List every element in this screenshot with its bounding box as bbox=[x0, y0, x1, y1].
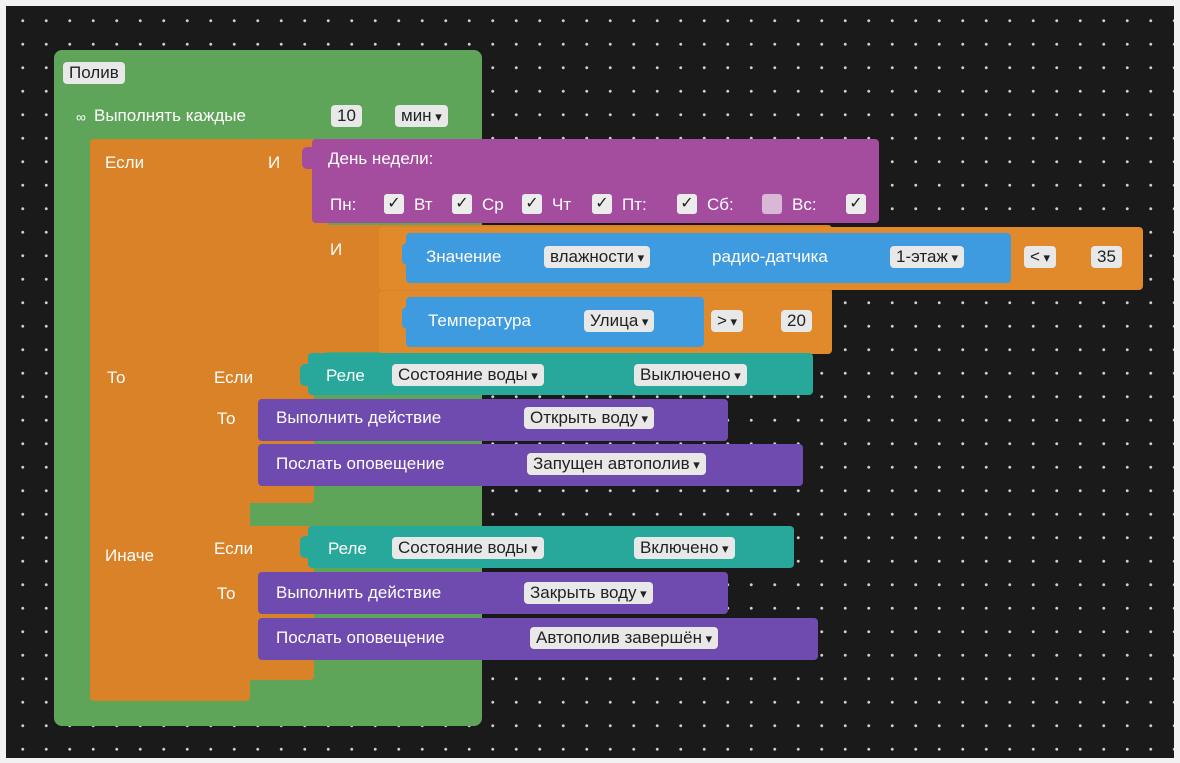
else-notify-dropdown[interactable]: Автополив завершён bbox=[530, 627, 719, 649]
sensor-label: радио-датчика bbox=[712, 247, 828, 266]
weekday-sun-label: Вс: bbox=[792, 195, 817, 214]
then-label: То bbox=[107, 368, 126, 387]
then-if-label: Если bbox=[214, 368, 254, 387]
weekday-sat-label: Сб: bbox=[707, 195, 734, 214]
repeat-label: Выполнять каждые bbox=[94, 106, 246, 125]
if-label: Если bbox=[105, 153, 145, 172]
then-relay-param-dropdown[interactable]: Состояние воды bbox=[392, 364, 544, 386]
weekday-sat-checkbox[interactable] bbox=[762, 194, 782, 214]
interval-unit-dropdown[interactable]: мин bbox=[395, 105, 448, 127]
then-relay-label: Реле bbox=[326, 366, 365, 385]
else-label: Иначе bbox=[105, 546, 154, 565]
weekday-tue-label: Вт bbox=[414, 195, 433, 214]
temperature-place-dropdown[interactable]: Улица bbox=[584, 310, 655, 332]
weekday-wed-label: Ср bbox=[482, 195, 504, 214]
weekday-fri-checkbox[interactable]: ✓ bbox=[677, 194, 697, 214]
weekday-fri-label: Пт: bbox=[622, 195, 647, 214]
else-if-label: Если bbox=[214, 539, 254, 558]
connector-tab bbox=[300, 536, 310, 558]
weekday-thu-label: Чт bbox=[552, 195, 572, 214]
else-relay-label: Реле bbox=[328, 539, 367, 558]
temperature-operator-dropdown[interactable]: > bbox=[711, 310, 744, 332]
else-action-dropdown[interactable]: Закрыть воду bbox=[524, 582, 653, 604]
connector-tab bbox=[300, 364, 310, 386]
interval-input[interactable]: 10 bbox=[331, 105, 362, 127]
infinity-icon: ∞ bbox=[76, 109, 86, 125]
connector-tab bbox=[402, 243, 412, 265]
humidity-threshold-input[interactable]: 35 bbox=[1091, 246, 1122, 268]
weekday-mon-label: Пн: bbox=[330, 195, 357, 214]
humidity-param-dropdown[interactable]: влажности bbox=[544, 246, 651, 268]
else-then-label: То bbox=[217, 584, 236, 603]
weekday-mon-checkbox[interactable]: ✓ bbox=[384, 194, 404, 214]
connector-tab bbox=[302, 147, 312, 169]
temperature-label: Температура bbox=[428, 311, 531, 330]
then-then-label: То bbox=[217, 409, 236, 428]
else-relay-param-dropdown[interactable]: Состояние воды bbox=[392, 537, 544, 559]
workspace[interactable]: Полив ∞ Выполнять каждые 10 мин Если То … bbox=[6, 6, 1174, 758]
else-action-label: Выполнить действие bbox=[276, 583, 442, 602]
else-relay-state-dropdown[interactable]: Включено bbox=[634, 537, 735, 559]
humidity-operator-dropdown[interactable]: < bbox=[1024, 246, 1057, 268]
then-relay-state-dropdown[interactable]: Выключено bbox=[634, 364, 747, 386]
weekday-title: День недели: bbox=[328, 149, 434, 168]
temperature-threshold-input[interactable]: 20 bbox=[781, 310, 812, 332]
weekday-thu-checkbox[interactable]: ✓ bbox=[592, 194, 612, 214]
then-notify-label: Послать оповещение bbox=[276, 454, 445, 473]
humidity-label: Значение bbox=[426, 247, 502, 266]
then-action-dropdown[interactable]: Открыть воду bbox=[524, 407, 654, 429]
weekday-tue-checkbox[interactable]: ✓ bbox=[452, 194, 472, 214]
humidity-sensor-dropdown[interactable]: 1-этаж bbox=[890, 246, 964, 268]
then-action-label: Выполнить действие bbox=[276, 408, 442, 427]
program-title[interactable]: Полив bbox=[63, 62, 125, 84]
else-notify-label: Послать оповещение bbox=[276, 628, 445, 647]
connector-tab bbox=[402, 307, 412, 329]
inner-and-label: И bbox=[330, 240, 343, 259]
weekday-sun-checkbox[interactable]: ✓ bbox=[846, 194, 866, 214]
and-label: И bbox=[268, 153, 281, 172]
then-notify-dropdown[interactable]: Запущен автополив bbox=[527, 453, 706, 475]
weekday-wed-checkbox[interactable]: ✓ bbox=[522, 194, 542, 214]
